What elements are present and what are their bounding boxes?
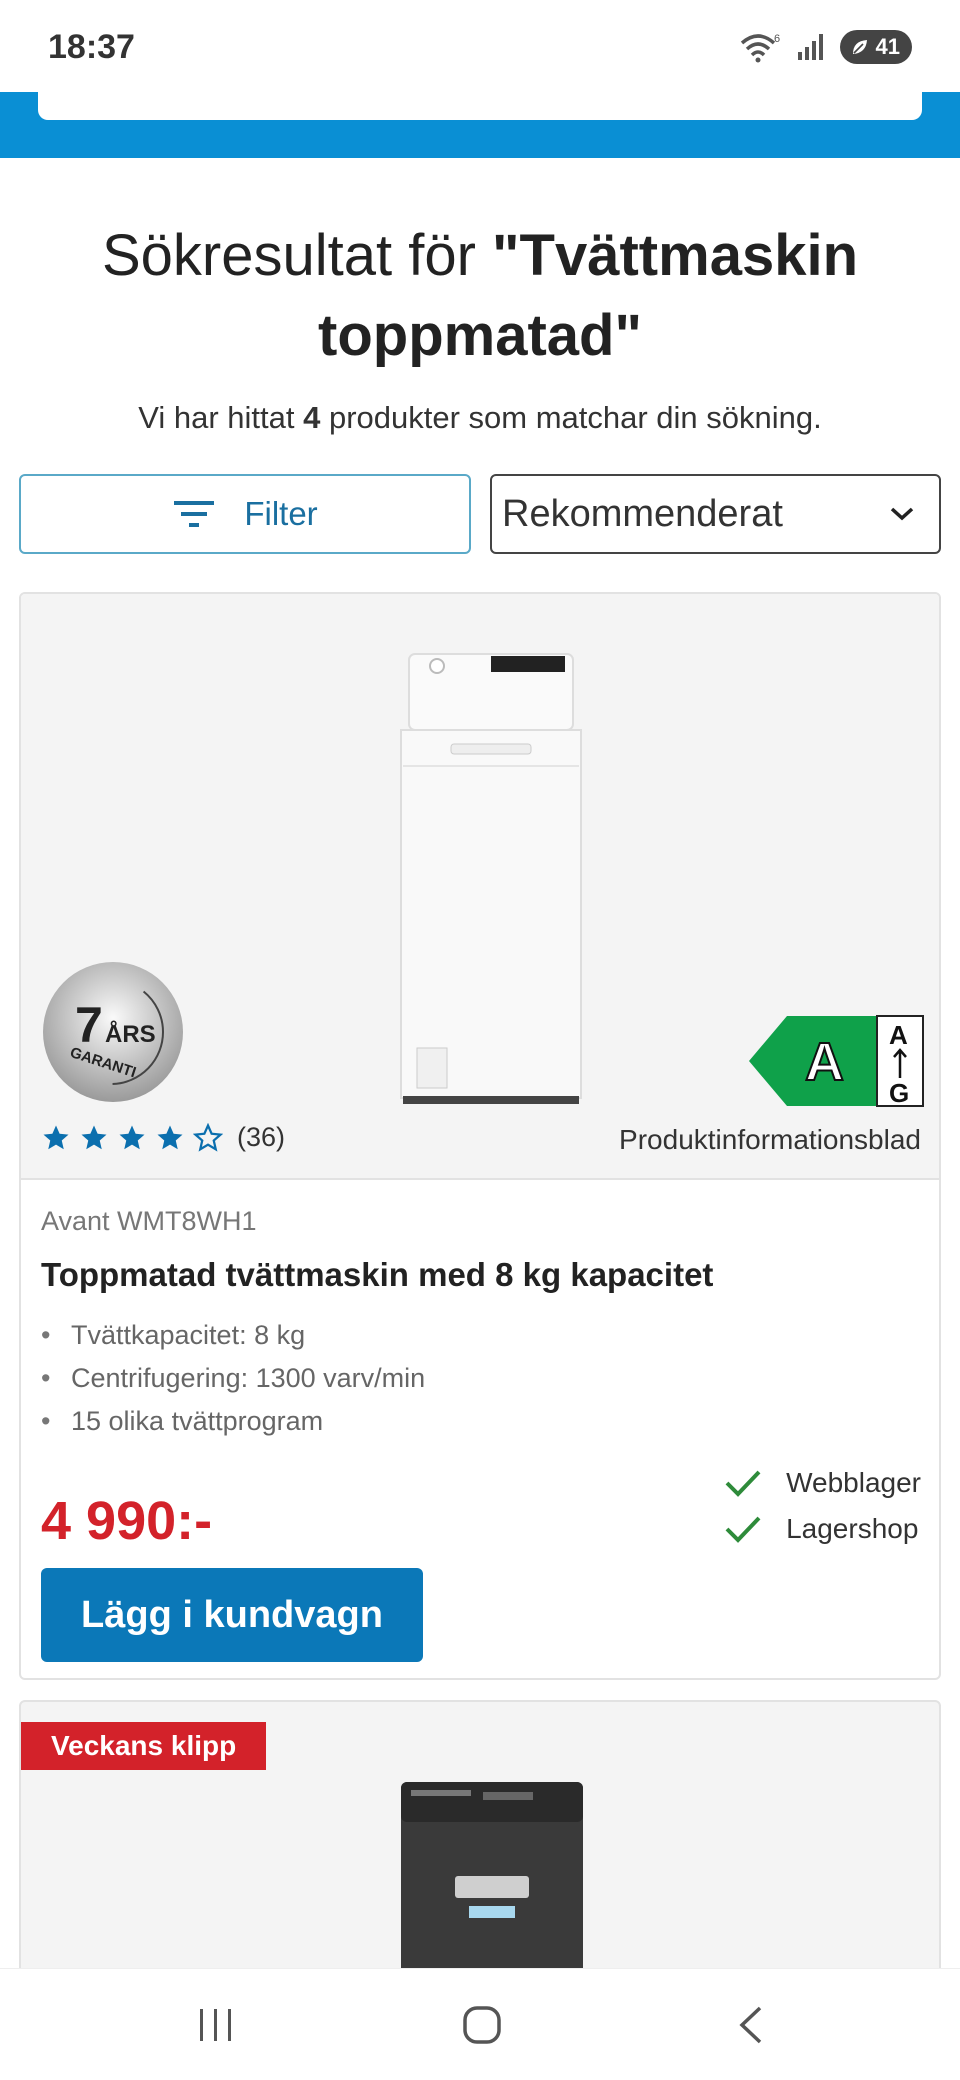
chevron-down-icon (890, 507, 914, 521)
page-title: Sökresultat för "Tvättmaskin toppmatad" (40, 216, 920, 376)
title-prefix: Sökresultat för (101, 223, 493, 288)
spec-item: 15 olika tvättprogram (41, 1400, 425, 1443)
sort-selected-value: Rekommenderat (502, 492, 783, 535)
battery-level: 41 (875, 34, 900, 59)
product-image-area[interactable]: 7 ÅRS GARANTI A A G (36) Produktinformat… (21, 594, 939, 1180)
stock-label: Webblager (786, 1467, 921, 1498)
result-text-post: produkter som matchar din sökning. (320, 400, 822, 435)
svg-text:A: A (889, 1020, 908, 1050)
battery-indicator: 41 (840, 30, 912, 64)
product-info-sheet-link[interactable]: Produktinformationsblad (619, 1124, 921, 1156)
status-icons: 6 41 (740, 30, 912, 64)
svg-text:7: 7 (75, 997, 103, 1053)
stock-label: Lagershop (786, 1513, 919, 1544)
battery-saver-icon (853, 40, 867, 54)
product-title[interactable]: Toppmatad tvättmaskin med 8 kg kapacitet (41, 1256, 713, 1294)
warranty-badge-icon: 7 ÅRS GARANTI (43, 962, 183, 1102)
svg-text:G: G (889, 1078, 909, 1108)
wifi-badge: 6 (774, 33, 780, 45)
product-rating[interactable]: (36) (41, 1122, 285, 1153)
spec-item: Tvättkapacitet: 8 kg (41, 1314, 425, 1357)
sort-select[interactable]: Rekommenderat (490, 474, 941, 554)
star-filled-icon (81, 1125, 107, 1149)
system-nav-bar (0, 1968, 960, 2080)
product-price: 4 990:- (41, 1491, 213, 1551)
brand-model: Avant WMT8WH1 (41, 1206, 257, 1236)
spec-item: Centrifugering: 1300 varv/min (41, 1357, 425, 1400)
energy-label-icon[interactable]: A A G (749, 1014, 925, 1108)
check-icon (725, 1470, 761, 1497)
result-summary: Vi har hittat 4 produkter som matchar di… (0, 400, 960, 436)
home-icon[interactable] (462, 2005, 502, 2045)
recent-apps-icon[interactable] (196, 2007, 236, 2043)
product-image[interactable] (397, 1778, 587, 1978)
stock-status: Webblager Lagershop (724, 1460, 921, 1552)
search-bar-bottom-edge (38, 92, 922, 120)
filter-label: Filter (244, 495, 318, 532)
star-filled-icon (157, 1125, 183, 1149)
product-image[interactable] (381, 648, 601, 1108)
deal-badge: Veckans klipp (21, 1722, 267, 1770)
check-icon (725, 1516, 761, 1543)
star-empty-icon (193, 1122, 223, 1152)
status-time: 18:37 (48, 28, 135, 66)
svg-text:ÅRS: ÅRS (105, 1020, 156, 1048)
result-count: 4 (303, 400, 321, 435)
spec-list: Tvättkapacitet: 8 kg Centrifugering: 130… (41, 1314, 425, 1443)
back-icon[interactable] (736, 2005, 766, 2045)
add-to-cart-button[interactable]: Lägg i kundvagn (41, 1568, 423, 1662)
stock-row-shop: Lagershop (724, 1506, 921, 1552)
status-bar: 18:37 6 41 (0, 0, 960, 92)
filter-button[interactable]: Filter (19, 474, 471, 554)
product-card[interactable]: 7 ÅRS GARANTI A A G (36) Produktinformat… (19, 592, 941, 1680)
filter-icon (174, 501, 215, 527)
star-filled-icon (43, 1125, 69, 1149)
wifi-icon: 6 (740, 33, 780, 63)
svg-text:A: A (805, 1032, 844, 1092)
star-filled-icon (119, 1125, 145, 1149)
stock-row-web: Webblager (724, 1460, 921, 1506)
result-text-pre: Vi har hittat (138, 400, 304, 435)
signal-icon (798, 34, 823, 60)
rating-count: (36) (237, 1122, 286, 1152)
